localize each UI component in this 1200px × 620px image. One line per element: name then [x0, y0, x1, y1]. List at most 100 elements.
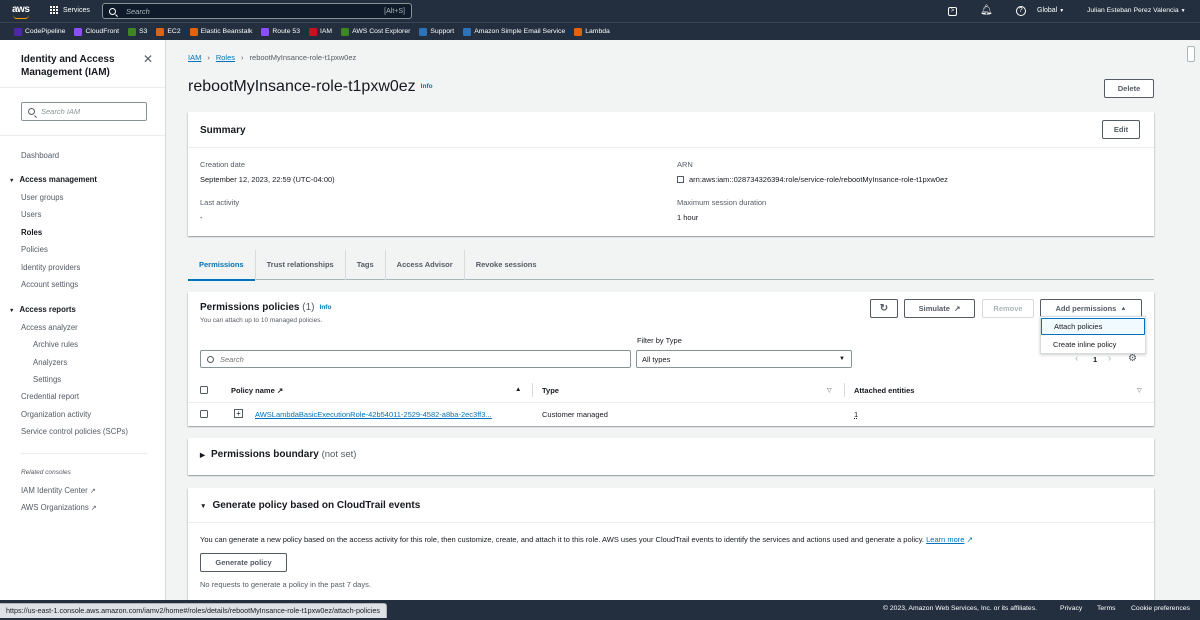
row-checkbox[interactable] [200, 410, 208, 418]
sidebar: Identity and Access Management (IAM) ✕ D… [0, 40, 166, 600]
favorite-item[interactable]: Support [419, 27, 454, 36]
sidebar-section-access-reports[interactable]: Access reports [9, 305, 75, 314]
tab-permissions[interactable]: Permissions [188, 249, 256, 281]
menu-item-create-inline-policy[interactable]: Create inline policy [1041, 336, 1145, 353]
sort-icon[interactable]: ▽ [1137, 387, 1142, 394]
sidebar-link-identity-center[interactable]: IAM Identity Center ↗ [21, 486, 96, 495]
favorite-item[interactable]: CodePipeline [14, 27, 65, 36]
sidebar-section-access-management[interactable]: Access management [9, 175, 97, 184]
policy-search-input[interactable] [220, 354, 620, 364]
permissions-policies-panel: Permissions policies (1) Info You can att… [188, 292, 1154, 426]
favorite-item[interactable]: EC2 [156, 27, 181, 36]
cloudshell-icon[interactable]: > [948, 6, 957, 16]
refresh-button[interactable]: ↻ [870, 299, 898, 318]
search-icon [207, 355, 214, 363]
tab-trust-relationships[interactable]: Trust relationships [256, 249, 346, 280]
permissions-boundary-heading[interactable]: ▶ Permissions boundary (not set) [200, 449, 356, 460]
favorite-item[interactable]: Amazon Simple Email Service [463, 27, 565, 36]
scrollbar-thumb[interactable] [1187, 46, 1195, 62]
expand-icon[interactable]: + [234, 409, 243, 418]
sidebar-item-roles[interactable]: Roles [21, 228, 42, 237]
page-number[interactable]: 1 [1093, 355, 1097, 364]
summary-panel: Summary Edit Creation date September 12,… [188, 112, 1154, 236]
permissions-boundary-panel[interactable]: ▶ Permissions boundary (not set) [188, 438, 1154, 475]
favorite-item[interactable]: AWS Cost Explorer [341, 27, 410, 36]
policy-search[interactable] [200, 350, 631, 368]
close-icon[interactable]: ✕ [143, 52, 153, 66]
simulate-button[interactable]: Simulate ↗ [904, 299, 975, 318]
breadcrumb-iam[interactable]: IAM [188, 53, 201, 62]
sidebar-item-organization-activity[interactable]: Organization activity [21, 410, 91, 419]
sidebar-search[interactable] [21, 102, 147, 121]
next-page-icon[interactable]: › [1108, 353, 1111, 364]
attached-entities-count[interactable]: 1 [854, 410, 858, 419]
account-menu[interactable]: Julian Esteban Perez Valencia ▼ [1087, 7, 1186, 14]
policy-name-link[interactable]: AWSLambdaBasicExecutionRole-42b54011-252… [255, 410, 492, 419]
menu-item-attach-policies[interactable]: Attach policies [1041, 318, 1145, 335]
sidebar-item-analyzers[interactable]: Analyzers [33, 358, 67, 367]
divider [188, 522, 1154, 523]
sidebar-item-scps[interactable]: Service control policies (SCPs) [21, 427, 128, 436]
remove-button[interactable]: Remove [982, 299, 1034, 318]
learn-more-link[interactable]: Learn more [926, 535, 964, 544]
boundary-status: (not set) [321, 449, 357, 460]
services-menu[interactable]: Services [50, 6, 90, 14]
delete-button[interactable]: Delete [1104, 79, 1154, 98]
sidebar-item-access-analyzer[interactable]: Access analyzer [21, 323, 78, 332]
generate-policy-heading[interactable]: ▼ Generate policy based on CloudTrail eve… [200, 500, 420, 511]
max-session-value: 1 hour [677, 213, 699, 222]
sidebar-item-credential-report[interactable]: Credential report [21, 392, 79, 401]
select-all-checkbox[interactable] [200, 386, 208, 394]
breadcrumb-roles[interactable]: Roles [216, 53, 235, 62]
generate-policy-note: No requests to generate a policy in the … [200, 580, 371, 589]
help-icon[interactable]: ? [1015, 6, 1026, 16]
terms-link[interactable]: Terms [1097, 605, 1116, 612]
sidebar-item-settings[interactable]: Settings [33, 375, 61, 384]
external-link-icon: ↗ [954, 304, 961, 313]
main-content: IAM › Roles › rebootMyInsance-role-t1pxw… [166, 40, 1200, 600]
prev-page-icon[interactable]: ‹ [1075, 353, 1078, 364]
favorite-item[interactable]: IAM [308, 27, 332, 36]
favorite-item[interactable]: Route 53 [261, 27, 300, 36]
sidebar-item-policies[interactable]: Policies [21, 245, 48, 254]
column-type[interactable]: Type [542, 386, 559, 395]
scrollbar[interactable] [1182, 40, 1200, 600]
sidebar-item-users[interactable]: Users [21, 210, 41, 219]
column-attached-entities[interactable]: Attached entities [854, 386, 914, 395]
sidebar-item-identity-providers[interactable]: Identity providers [21, 263, 80, 272]
global-search[interactable]: [Alt+S] [102, 3, 412, 19]
sidebar-search-input[interactable] [41, 107, 141, 116]
favorite-item[interactable]: S3 [128, 27, 147, 36]
filter-type-select[interactable]: All types ▼ [636, 350, 852, 368]
tab-access-advisor[interactable]: Access Advisor [386, 249, 465, 280]
cookie-preferences-link[interactable]: Cookie preferences [1131, 605, 1190, 612]
sort-icon[interactable]: ▽ [827, 387, 832, 394]
service-icon [14, 27, 22, 36]
info-link[interactable]: Info [320, 304, 332, 311]
sidebar-item-account-settings[interactable]: Account settings [21, 280, 78, 289]
permissions-heading-text: Permissions policies [200, 302, 300, 313]
sidebar-item-user-groups[interactable]: User groups [21, 193, 63, 202]
favorite-item[interactable]: Lambda [574, 27, 610, 36]
privacy-link[interactable]: Privacy [1060, 605, 1082, 612]
sidebar-link-organizations[interactable]: AWS Organizations ↗ [21, 503, 97, 512]
copy-icon[interactable] [677, 176, 684, 183]
generate-policy-button[interactable]: Generate policy [200, 553, 287, 572]
settings-gear-icon[interactable]: ⚙ [1128, 353, 1137, 364]
favorite-item[interactable]: Elastic Beanstalk [189, 27, 252, 36]
info-link[interactable]: Info [421, 83, 433, 90]
role-tabs: Permissions Trust relationships Tags Acc… [188, 249, 1154, 281]
bell-icon[interactable]: 🔔︎ [980, 5, 993, 17]
sort-asc-icon[interactable]: ▲ [515, 386, 521, 393]
tab-revoke-sessions[interactable]: Revoke sessions [465, 250, 548, 280]
tab-tags[interactable]: Tags [346, 249, 386, 280]
global-search-input[interactable] [126, 6, 366, 16]
aws-logo[interactable]: aws [12, 4, 30, 19]
edit-button[interactable]: Edit [1102, 120, 1140, 139]
favorite-item[interactable]: CloudFront [74, 27, 119, 36]
region-selector[interactable]: Global ▼ [1037, 7, 1064, 14]
sidebar-item-archive-rules[interactable]: Archive rules [33, 340, 78, 349]
sidebar-item-dashboard[interactable]: Dashboard [21, 151, 59, 160]
column-policy-name[interactable]: Policy name ↗ [231, 386, 283, 395]
column-divider [532, 383, 533, 397]
